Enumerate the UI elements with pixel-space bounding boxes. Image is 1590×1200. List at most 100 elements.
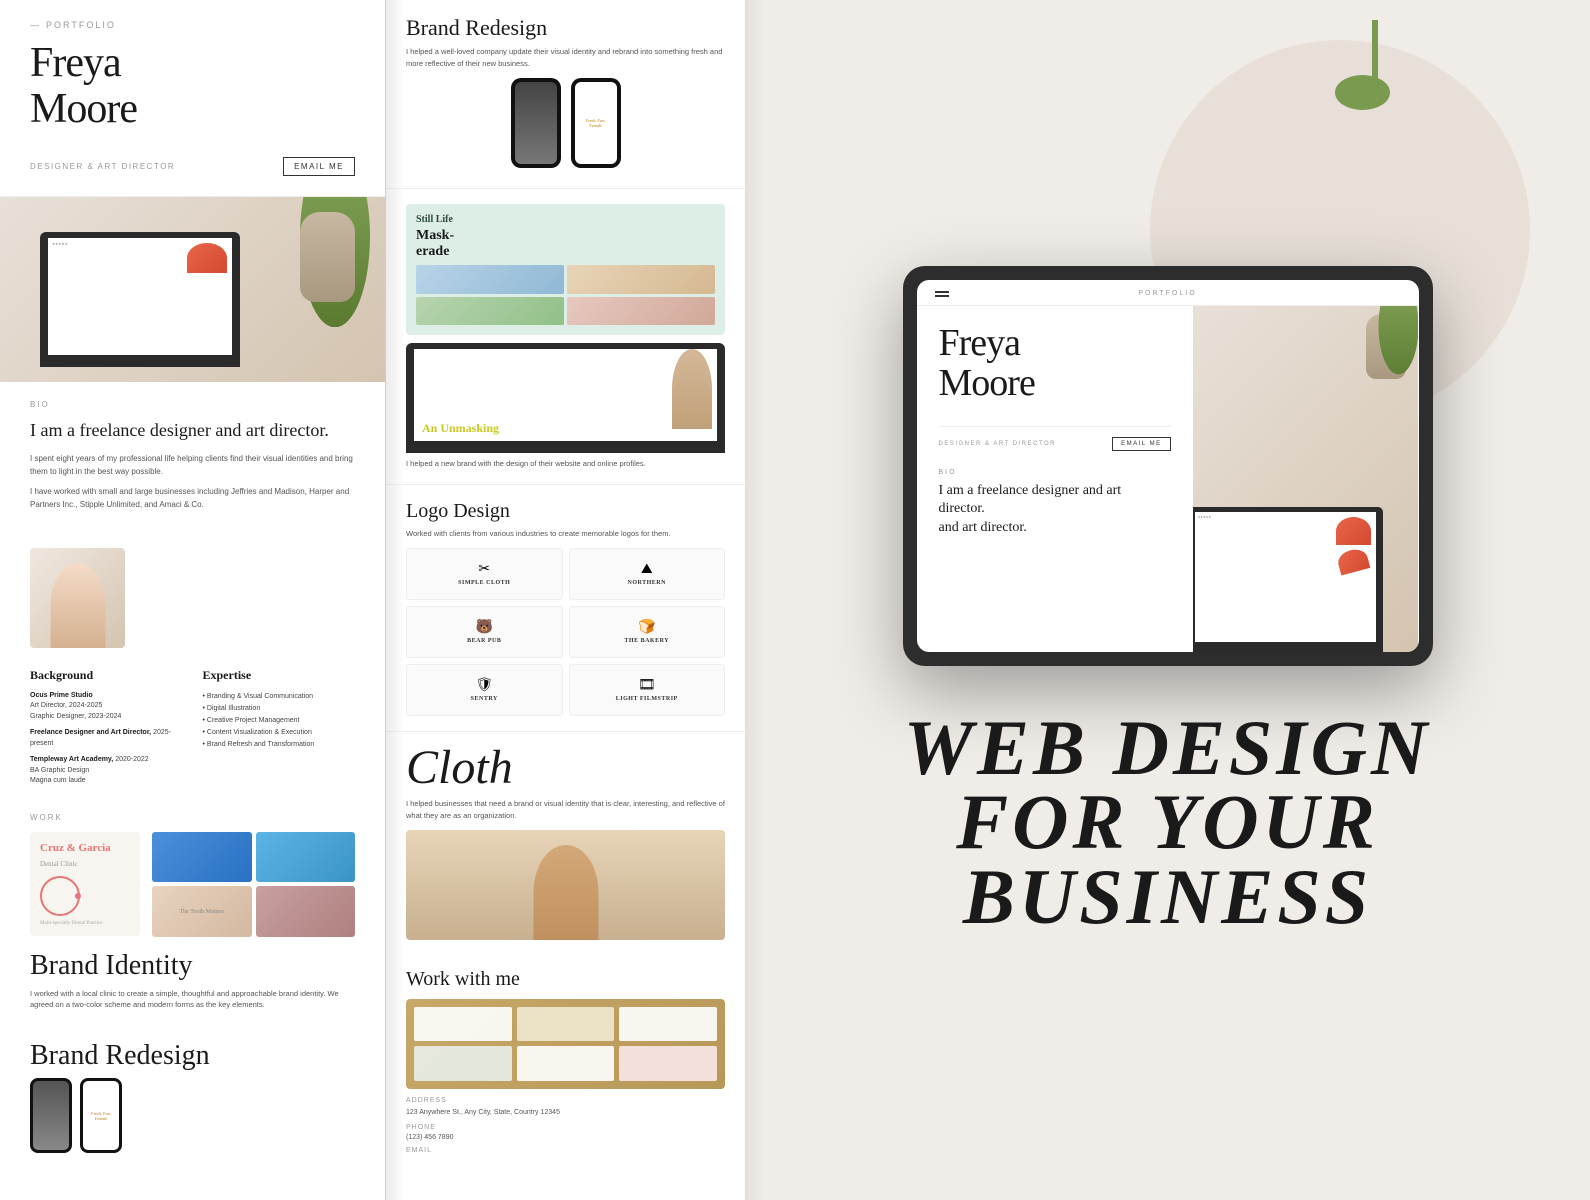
tablet-outer: PORTFOLIO Freya Moore [903, 266, 1433, 666]
logo-sentry: 🛡 SENTRY [406, 664, 563, 716]
center-phone-2-text: Fresh, Fun,Female [586, 118, 606, 128]
tablet-mockup-wrapper: PORTFOLIO Freya Moore [903, 266, 1433, 666]
logo-simple-cloth: ✂ SIMPLE CLOTH [406, 548, 563, 600]
email-label: EMAIL [406, 1147, 725, 1154]
bio-photo [30, 548, 125, 648]
cork-paper-2 [517, 1007, 615, 1042]
email-button[interactable]: EMAIL ME [283, 157, 355, 176]
work-images: The Tooth Matters [152, 832, 355, 941]
bio-headline: I am a freelance designer and art direct… [30, 419, 355, 442]
expertise-column: Expertise Branding & Visual Communicatio… [203, 668, 356, 793]
tablet-portfolio-label: PORTFOLIO [1138, 290, 1196, 297]
laptop-person [672, 349, 712, 429]
center-phones-row: Fresh, Fun,Female [406, 78, 725, 168]
exp-item-2: Digital Illustration [203, 703, 356, 715]
sentry-icon: 🛡 [475, 677, 493, 694]
unmasking-text: An Unmasking [414, 416, 507, 441]
phone: (123) 456 7890 [406, 1134, 725, 1141]
tablet-bio-label: BIO [939, 469, 1171, 476]
exp-item-4: Content Visualization & Execution [203, 727, 356, 739]
vase-decoration [300, 212, 355, 302]
still-life-title: Still Life [416, 214, 715, 225]
dental-subtitle: Dental Clinic [40, 860, 130, 868]
center-phone-2-screen: Fresh, Fun,Female [575, 82, 617, 164]
address-label: ADDRESS [406, 1097, 725, 1104]
brand-redesign-bottom: Brand Redesign Fresh, Fun,Female [0, 1026, 385, 1163]
sentry-text: SENTRY [471, 696, 498, 702]
phone-2-screen: Fresh, Fun,Female [83, 1081, 119, 1150]
center-still-life: Still Life Mask-erade An Unmasking I hel… [386, 189, 745, 485]
tablet-tagline-row: DESIGNER & ART DIRECTOR EMAIL ME [939, 426, 1171, 451]
bio-label: BIO [30, 400, 355, 409]
northern-icon: ⛰ [641, 562, 653, 578]
designer-name: Freya Moore [30, 40, 355, 132]
background-expertise: Background Ocus Prime Studio Art Directo… [0, 658, 385, 803]
brand-identity-title: Brand Identity [30, 951, 355, 982]
work-section: WORK Cruz & Garcia Dental Clinic Multi-s… [0, 803, 385, 1026]
center-brand-title: Brand Redesign [406, 15, 725, 41]
exp-item-1: Branding & Visual Communication [203, 691, 356, 703]
background-title: Background [30, 668, 183, 683]
designer-tagline: DESIGNER & ART DIRECTOR [30, 162, 175, 171]
logo-filmstrip: 🎞 LIGHT FILMSTRIP [569, 664, 726, 716]
expertise-title: Expertise [203, 668, 356, 683]
still-life-card: Still Life Mask-erade [406, 204, 725, 335]
bio-section: BIO I am a freelance designer and art di… [0, 382, 385, 538]
portfolio-right-panel: PORTFOLIO Freya Moore [745, 0, 1590, 1200]
laptop-unmasking: An Unmasking [406, 343, 725, 453]
dental-work-row: Cruz & Garcia Dental Clinic Multi-specia… [30, 832, 355, 941]
work-thumb-1 [152, 832, 252, 883]
tablet-laptop-screen: ★★★★★ [1195, 512, 1376, 642]
shoe-graphic [187, 243, 227, 273]
web-design-text: WEB DESIGN FOR YOUR BUSINESS [785, 711, 1550, 933]
tablet-menu-icon [935, 291, 949, 297]
still-3 [416, 297, 564, 326]
bakery-icon: 🍞 [638, 619, 655, 636]
dental-logo-graphic [40, 876, 130, 916]
logo-design-desc: Worked with clients from various industr… [406, 528, 725, 539]
logo-bear-pub: 🐻 BEAR PUB [406, 606, 563, 658]
menu-line-2 [935, 295, 949, 297]
bg-item-2: Freelance Designer and Art Director, 202… [30, 728, 183, 749]
tablet-header: PORTFOLIO [917, 280, 1419, 306]
simple-cloth-text: SIMPLE CLOTH [458, 580, 510, 586]
woman-photo [406, 830, 725, 940]
dental-tagline: Multi-specialty Dental Practice [40, 921, 130, 926]
dental-circle [40, 876, 80, 916]
main-container: PORTFOLIO Freya Moore DESIGNER & ART DIR… [0, 0, 1590, 1200]
portfolio-label: PORTFOLIO [30, 20, 355, 30]
laptop-screen: ★★★★★ [48, 238, 232, 355]
person-figure [50, 563, 105, 648]
center-brand-redesign: Brand Redesign I helped a well-loved com… [386, 0, 745, 189]
laptop-unmasking-screen: An Unmasking [414, 349, 717, 441]
logo-bakery: 🍞 THE BAKERY [569, 606, 726, 658]
center-phone-2: Fresh, Fun,Female [571, 78, 621, 168]
filmstrip-icon: 🎞 [638, 677, 656, 694]
phone-1-screen [33, 1081, 69, 1150]
phone-1-content [33, 1081, 69, 1150]
cloth-section: Cloth I helped businesses that need a br… [386, 732, 745, 960]
filmstrip-text: LIGHT FILMSTRIP [616, 696, 678, 702]
tablet-screen: PORTFOLIO Freya Moore [917, 280, 1419, 652]
bg-item-3: Templeway Art Academy, 2020-2022 BA Grap… [30, 755, 183, 787]
address: 123 Anywhere St., Any City, State, Count… [406, 1107, 725, 1118]
work-grid: The Tooth Matters [152, 832, 355, 937]
tablet-designer-name: Freya Moore [939, 324, 1171, 404]
northern-text: NORTHERN [628, 580, 666, 586]
tablet-left: Freya Moore DESIGNER & ART DIRECTOR EMAI… [917, 306, 1193, 652]
laptop-desc: I helped a new brand with the design of … [406, 458, 725, 469]
dental-dot [75, 893, 81, 899]
phone-2-text: Fresh, Fun,Female [91, 1111, 111, 1121]
menu-line-1 [935, 291, 949, 293]
brand-identity-desc: I worked with a local clinic to create a… [30, 988, 355, 1011]
tablet-email-button[interactable]: EMAIL ME [1112, 437, 1170, 451]
center-phone-1-screen [515, 82, 557, 164]
tablet-tagline: DESIGNER & ART DIRECTOR [939, 441, 1057, 447]
phone-2: Fresh, Fun,Female [80, 1078, 122, 1153]
phone-label: PHONE [406, 1124, 725, 1131]
still-life-grid [416, 265, 715, 325]
portfolio-left-panel: PORTFOLIO Freya Moore DESIGNER & ART DIR… [0, 0, 385, 1200]
work-with-me: Work with me ADDRESS 123 Anywhere St., A… [386, 960, 745, 1162]
right-content: PORTFOLIO Freya Moore [785, 266, 1550, 933]
bg-plant-decoration [1360, 20, 1390, 110]
